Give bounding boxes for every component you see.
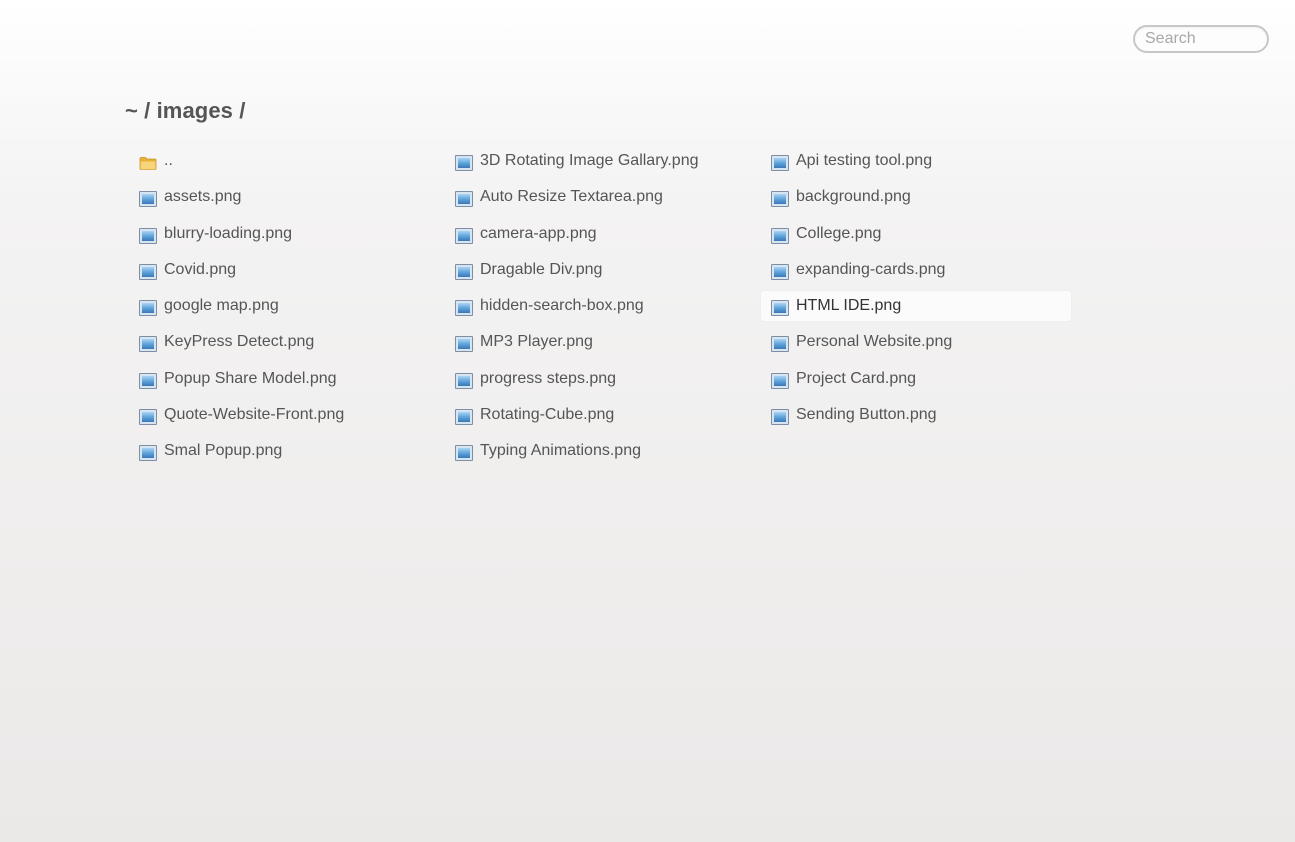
file-name: HTML IDE.png	[796, 297, 902, 315]
file-link[interactable]: Popup Share Model.png	[128, 363, 440, 395]
file-name: progress steps.png	[480, 369, 617, 387]
file-link[interactable]: Project Card.png	[760, 363, 1072, 395]
file-link[interactable]: background.png	[760, 181, 1072, 213]
image-file-icon	[771, 227, 789, 244]
file-name: camera-app.png	[480, 224, 597, 242]
file-link[interactable]: Auto Resize Textarea.png	[444, 181, 756, 213]
file-name: Smal Popup.png	[164, 442, 283, 460]
file-link[interactable]: Api testing tool.png	[760, 145, 1072, 177]
file-name: 3D Rotating Image Gallary.png	[480, 152, 699, 169]
file-name: Dragable Div.png	[480, 260, 603, 278]
file-name: KeyPress Detect.png	[164, 333, 315, 351]
file-link[interactable]: Typing Animations.png	[444, 435, 756, 467]
breadcrumb-path: ~ / images /	[125, 98, 246, 123]
image-file-icon	[771, 409, 789, 426]
file-name: hidden-search-box.png	[480, 297, 644, 315]
file-name: ..	[164, 152, 173, 169]
file-link[interactable]: Rotating-Cube.png	[444, 399, 756, 431]
file-link[interactable]: College.png	[760, 218, 1072, 250]
image-file-icon	[455, 263, 473, 280]
image-file-icon	[139, 445, 157, 462]
image-file-icon	[771, 300, 789, 317]
image-file-icon	[139, 227, 157, 244]
image-file-icon	[455, 372, 473, 389]
file-link[interactable]: Covid.png	[128, 254, 440, 286]
image-file-icon	[771, 155, 789, 171]
file-link[interactable]: camera-app.png	[444, 218, 756, 250]
file-name: MP3 Player.png	[480, 333, 593, 351]
file-link[interactable]: expanding-cards.png	[760, 254, 1072, 286]
image-file-icon	[455, 336, 473, 353]
file-link[interactable]: assets.png	[128, 181, 440, 213]
file-name: Project Card.png	[796, 369, 917, 387]
file-name: Personal Website.png	[796, 333, 953, 351]
file-list: .. assets.png blurry-loading.png Covid.png g…	[128, 145, 1076, 472]
folder-icon	[139, 157, 157, 170]
file-link[interactable]: 3D Rotating Image Gallary.png	[444, 145, 756, 177]
image-file-icon	[771, 191, 789, 208]
image-file-icon	[455, 300, 473, 317]
file-link[interactable]: Dragable Div.png	[444, 254, 756, 286]
file-link[interactable]: google map.png	[128, 290, 440, 322]
file-name: Sending Button.png	[796, 406, 937, 424]
image-file-icon	[139, 336, 157, 353]
image-file-icon	[771, 336, 789, 353]
image-file-icon	[455, 227, 473, 244]
file-name: Auto Resize Textarea.png	[480, 188, 663, 206]
file-link[interactable]: Sending Button.png	[760, 399, 1072, 431]
file-name: Api testing tool.png	[796, 152, 933, 169]
image-file-icon	[139, 191, 157, 208]
image-file-icon	[455, 445, 473, 462]
image-file-icon	[455, 155, 473, 171]
file-link[interactable]: Personal Website.png	[760, 326, 1072, 358]
file-name: blurry-loading.png	[164, 224, 293, 242]
file-link[interactable]: HTML IDE.png	[760, 290, 1072, 323]
file-link[interactable]: MP3 Player.png	[444, 326, 756, 358]
file-name: Covid.png	[164, 260, 237, 278]
file-name: Rotating-Cube.png	[480, 406, 615, 424]
file-link[interactable]: Quote-Website-Front.png	[128, 399, 440, 431]
parent-directory-link[interactable]: ..	[128, 145, 440, 177]
file-link[interactable]: Smal Popup.png	[128, 435, 440, 467]
file-name: google map.png	[164, 297, 279, 315]
file-name: Typing Animations.png	[480, 442, 641, 460]
image-file-icon	[771, 372, 789, 389]
image-file-icon	[455, 409, 473, 426]
file-name: Quote-Website-Front.png	[164, 406, 345, 424]
image-file-icon	[139, 409, 157, 426]
file-link[interactable]: hidden-search-box.png	[444, 290, 756, 322]
file-link[interactable]: progress steps.png	[444, 363, 756, 395]
file-name: background.png	[796, 188, 911, 206]
file-link[interactable]: blurry-loading.png	[128, 218, 440, 250]
file-link[interactable]: KeyPress Detect.png	[128, 326, 440, 358]
image-file-icon	[455, 191, 473, 208]
file-name: College.png	[796, 224, 882, 242]
breadcrumb: ~ / images /	[125, 98, 245, 124]
image-file-icon	[139, 372, 157, 389]
image-file-icon	[139, 263, 157, 280]
image-file-icon	[139, 300, 157, 317]
file-name: assets.png	[164, 188, 242, 206]
search-input[interactable]	[1133, 25, 1269, 53]
file-name: Popup Share Model.png	[164, 369, 337, 387]
image-file-icon	[771, 263, 789, 280]
file-name: expanding-cards.png	[796, 260, 946, 278]
